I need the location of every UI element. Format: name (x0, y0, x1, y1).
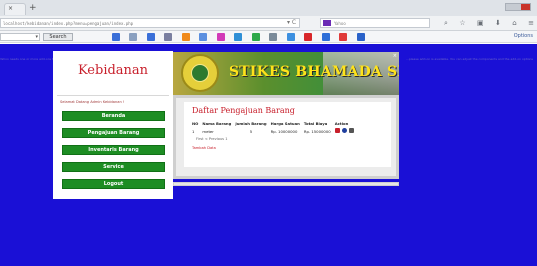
banner-title: STIKES BHAMADA SLAWI (229, 64, 399, 80)
content-footer (173, 182, 399, 186)
cell-harga: Rp. 10000000 (270, 128, 298, 134)
pengajuan-table: NO Nama Barang Jumlah Barang Harga Satua… (192, 120, 360, 135)
table-header-row: NO Nama Barang Jumlah Barang Harga Satua… (192, 120, 360, 127)
cell-action (334, 127, 360, 135)
sidebar: Kebidanan Selamat Datang Admin Kebidanan… (53, 51, 173, 199)
cell-jumlah: 5 (249, 128, 253, 134)
page-title: Daftar Pengajuan Barang (192, 106, 295, 115)
toolbar-addon-icon[interactable] (129, 33, 138, 41)
window-controls[interactable] (505, 3, 531, 11)
search-engine-label: Yahoo (334, 21, 346, 26)
toolbar-addon-icon[interactable] (164, 33, 173, 41)
page-body: Yahoo needs one or more add-ons to be in… (0, 44, 537, 266)
menu-logout-button[interactable]: Logout (62, 179, 165, 189)
column-header: Total Biaya (303, 121, 328, 126)
address-bar[interactable]: localhost/kebidanan/index.php?menu=penga… (0, 18, 300, 28)
toolbar-addon-icon[interactable] (251, 33, 260, 41)
toolbar-addon-icon[interactable] (304, 33, 313, 41)
toolbar-addon-icon[interactable] (321, 33, 330, 41)
search-icon[interactable]: ⌕ (444, 19, 448, 28)
brand-title: Kebidanan (77, 63, 149, 78)
content-panel: Daftar Pengajuan Barang NO Nama Barang J… (184, 102, 391, 167)
cell-no: 1 (192, 128, 195, 134)
divider (57, 95, 169, 96)
pagination[interactable]: First < Previous 1 (196, 137, 227, 141)
options-menu[interactable]: Options (514, 33, 533, 40)
toolbar-addon-icon[interactable] (146, 33, 155, 41)
toolbar-addon-icon[interactable] (286, 33, 295, 41)
nav-icons: ⌕ ☆ ▣ ⬇ ⌂ ≡ (444, 19, 534, 28)
toolbar-addon-icon[interactable] (199, 33, 208, 41)
menu-pengajuan-button[interactable]: Pengajuan Barang (62, 128, 165, 138)
column-header: Jumlah Barang (235, 121, 267, 126)
toolbar-addon-icon[interactable] (269, 33, 278, 41)
browser-tab[interactable]: × (4, 3, 26, 15)
header-banner: STIKES BHAMADA SLAWI × (173, 52, 399, 95)
menu-icon[interactable]: ≡ (528, 19, 534, 28)
cell-nama: meter (202, 128, 214, 134)
toolbar-icons (112, 32, 374, 42)
toolbar-search-input[interactable]: ▾ (0, 33, 40, 41)
print-icon[interactable] (348, 128, 354, 133)
logo-emblem (191, 64, 209, 82)
toolbar-addon-icon[interactable] (356, 33, 365, 41)
bookmark-star-icon[interactable]: ☆ (459, 19, 465, 28)
notice-right: ...please add-on is available. You can a… (406, 57, 533, 61)
reload-icon[interactable]: ▾ C (287, 19, 296, 27)
tambah-data-link[interactable]: Tambah Data (192, 146, 216, 150)
yahoo-logo-icon (323, 20, 331, 26)
menu-service-button[interactable]: Service (62, 162, 165, 172)
chevron-down-icon[interactable]: ▾ (35, 34, 38, 41)
table-row: 1 meter 5 Rp. 10000000 Rp. 15000000 (192, 127, 360, 135)
college-logo-icon (181, 54, 219, 92)
toolbar-addon-icon[interactable] (339, 33, 348, 41)
home-icon[interactable]: ⌂ (512, 19, 516, 28)
toolbar-addon-icon[interactable] (216, 33, 225, 41)
content-area: Daftar Pengajuan Barang NO Nama Barang J… (173, 95, 399, 179)
toolbar-search-button[interactable]: Search (43, 33, 73, 41)
search-bar[interactable]: Yahoo (320, 18, 430, 28)
addon-toolbar: ▾ Search Options (0, 31, 537, 43)
toolbar-addon-icon[interactable] (234, 33, 243, 41)
menu-beranda-button[interactable]: Beranda (62, 111, 165, 121)
toolbar-addon-icon[interactable] (112, 33, 120, 41)
info-icon[interactable] (341, 128, 347, 133)
download-icon[interactable]: ⬇ (495, 19, 501, 28)
close-tab-icon[interactable]: × (8, 5, 13, 12)
column-header: NO (192, 121, 199, 126)
column-header: Nama Barang (202, 121, 232, 126)
delete-icon[interactable] (334, 128, 340, 133)
reader-icon[interactable]: ▣ (477, 19, 484, 28)
browser-nav-bar: localhost/kebidanan/index.php?menu=penga… (0, 16, 537, 31)
browser-tab-bar: × + (0, 0, 537, 16)
window-close-icon[interactable] (521, 4, 530, 10)
toolbar-addon-icon[interactable] (181, 33, 190, 41)
cell-total: Rp. 15000000 (303, 128, 331, 134)
menu-inventaris-button[interactable]: Inventaris Barang (62, 145, 165, 155)
column-header: Action (334, 121, 349, 126)
new-tab-button[interactable]: + (29, 3, 37, 13)
close-icon[interactable]: × (393, 53, 397, 59)
column-header: Harga Satuan (270, 121, 300, 126)
welcome-text: Selamat Datang Admin Kebidanan ! (60, 100, 125, 104)
